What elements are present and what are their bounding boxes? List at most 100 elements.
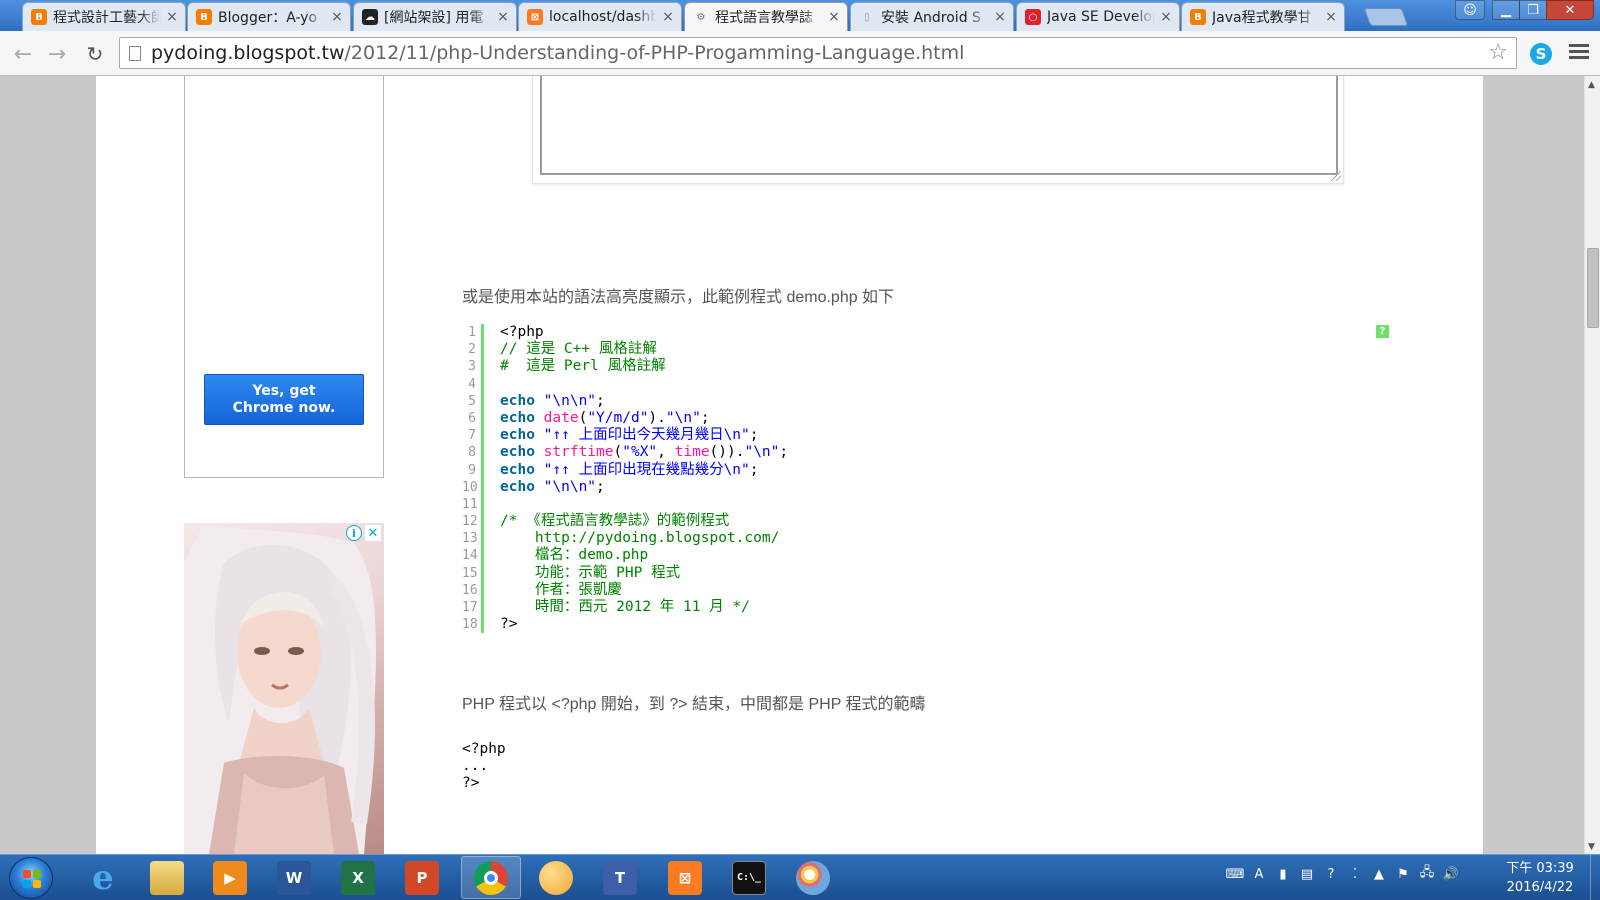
vertical-scrollbar[interactable]: ▲ ▼	[1584, 76, 1600, 854]
code-text: echo "\n\n";	[500, 478, 605, 495]
browser-toolbar: ← → ↻ pydoing.blogspot.tw/2012/11/php-Un…	[0, 31, 1600, 76]
browser-tab[interactable]: B Blogger：A-yo ×	[187, 2, 351, 31]
ime-options-icon[interactable]: ⁚	[1346, 865, 1364, 883]
reload-icon[interactable]: ↻	[82, 41, 108, 67]
code-line: 17 時間：西元 2012 年 11 月 */	[462, 599, 1422, 617]
tab-title: 程式語言教學誌	[715, 10, 813, 26]
browser-tab[interactable]: ☁ [網站架設] 用電 ×	[353, 2, 517, 31]
chrome-menu-icon[interactable]	[1569, 44, 1589, 62]
taskbar-app-button[interactable]: P	[392, 856, 452, 899]
skype-extension-icon[interactable]: S	[1530, 43, 1552, 65]
layout-icon[interactable]: ▮	[1274, 865, 1292, 883]
show-hidden-icons-icon[interactable]: ▲	[1370, 865, 1388, 883]
outro-paragraph: PHP 程式以 <?php 開始，到 ?> 結束，中間都是 PHP 程式的範疇	[462, 696, 926, 713]
code-line: 18 ?>	[462, 616, 1422, 634]
code-line: 16 作者：張凱慶	[462, 581, 1422, 599]
close-window-icon[interactable]: ✕	[1546, 0, 1594, 20]
code-text: // 這是 C++ 風格註解	[500, 341, 657, 358]
blogger-icon: B	[31, 9, 47, 25]
start-button[interactable]	[9, 857, 53, 899]
code-text: 作者：張凱慶	[500, 581, 622, 598]
browser-tab[interactable]: ▯ 安裝 Android S ×	[850, 2, 1014, 31]
font-icon[interactable]: A	[1250, 865, 1268, 883]
line-number: 7	[462, 427, 484, 445]
forward-arrow-icon[interactable]: →	[44, 41, 70, 67]
taskbar-app-button[interactable]	[461, 856, 521, 899]
line-number: 3	[462, 358, 484, 376]
scroll-down-arrow-icon[interactable]: ▼	[1588, 842, 1595, 852]
bookmark-star-icon[interactable]: ☆	[1488, 40, 1508, 65]
syntax-highlighted-code: 1 <?php 2 // 這是 C++ 風格註解 3 # 這是 Perl 風格註解 4 5 ec…	[462, 324, 1422, 634]
code-text: 檔名：demo.php	[500, 547, 649, 564]
profile-icon[interactable]: ☺	[1455, 0, 1485, 20]
taskbar-app-button[interactable]: T	[590, 856, 650, 899]
resize-grip-icon[interactable]	[1331, 171, 1341, 181]
tab-title: 安裝 Android S	[881, 10, 981, 26]
window-controls: ☺ ▁ ❐ ✕	[1455, 0, 1594, 22]
system-clock[interactable]: 下午 03:39 2016/4/22	[1496, 859, 1584, 897]
tab-close-icon[interactable]: ×	[1324, 9, 1338, 25]
taskbar-app-button[interactable]: X	[328, 856, 388, 899]
ime-pad-icon[interactable]: ▤	[1298, 865, 1316, 883]
taskbar-app-button[interactable]: ⊠	[655, 856, 715, 899]
tab-close-icon[interactable]: ×	[496, 9, 510, 25]
gear-icon: ⚙	[696, 11, 706, 23]
comment-box-frame	[532, 76, 1344, 184]
line-number: 16	[462, 581, 484, 599]
blog-page: Yes, get Chrome now. i ✕ 或是使用本站的語法高亮度顯示，…	[96, 76, 1483, 854]
code-help-icon[interactable]: ?	[1376, 325, 1389, 338]
comment-textarea[interactable]	[540, 76, 1338, 175]
network-icon[interactable]: 🖧	[1418, 865, 1436, 883]
windows-taskbar: e ▶ W X P T ⊠ C:\_ ⌨ A ▮ ▤ ? ⁚ ▲ ⚑ 🖧 🔊 下午 03:39…	[0, 854, 1600, 900]
taskbar-app-button[interactable]	[526, 856, 586, 899]
taskbar-app-button[interactable]: C:\_	[719, 856, 779, 899]
ad-close-icon[interactable]: ✕	[365, 525, 381, 541]
help-circle-icon[interactable]: ?	[1322, 865, 1340, 883]
scroll-up-arrow-icon[interactable]: ▲	[1588, 80, 1595, 90]
show-desktop-button[interactable]	[1590, 855, 1600, 900]
browser-tab[interactable]: ⊠ localhost/dashboard×	[518, 2, 682, 31]
line-number: 15	[462, 564, 484, 582]
sidebar-ad-image[interactable]: i ✕	[184, 523, 384, 854]
volume-icon[interactable]: 🔊	[1442, 865, 1460, 883]
browser-tab[interactable]: B Java程式教學甘 ×	[1181, 2, 1345, 31]
code-text: echo "↑↑ 上面印出現在幾點幾分\n";	[500, 461, 759, 478]
tab-close-icon[interactable]: ×	[661, 9, 675, 25]
taskbar-app-button[interactable]: ▶	[200, 856, 260, 899]
browser-tab[interactable]: B 程式設計工藝大師 ×	[22, 2, 186, 31]
new-tab-button[interactable]	[1363, 8, 1409, 26]
paint-net-icon	[539, 860, 573, 895]
code-text: ?>	[500, 616, 518, 633]
address-bar[interactable]: pydoing.blogspot.tw/2012/11/php-Understa…	[119, 37, 1517, 69]
chrome-icon	[474, 860, 508, 895]
tab-close-icon[interactable]: ×	[1159, 9, 1173, 25]
browser-tab[interactable]: ⚙ 程式語言教學誌 ×	[684, 2, 848, 31]
plain-code-snippet: <?php ... ?>	[462, 741, 506, 792]
minimize-icon[interactable]: ▁	[1492, 0, 1520, 20]
action-center-flag-icon[interactable]: ⚑	[1394, 865, 1412, 883]
cloud-icon: ☁	[362, 9, 378, 25]
url-host: pydoing.blogspot.tw	[151, 42, 345, 64]
taskbar-app-button[interactable]	[137, 856, 197, 899]
back-arrow-icon[interactable]: ←	[10, 41, 36, 67]
taskbar-app-button[interactable]	[783, 856, 843, 899]
code-line: 12 /* 《程式語言教學誌》的範例程式	[462, 513, 1422, 531]
scroll-thumb[interactable]	[1587, 248, 1599, 328]
clock-date: 2016/4/22	[1506, 880, 1574, 895]
page-icon	[129, 45, 141, 61]
taskbar-app-button[interactable]: W	[264, 856, 324, 899]
tab-close-icon[interactable]: ×	[827, 9, 841, 25]
line-number: 5	[462, 392, 484, 410]
ad-info-icon[interactable]: i	[346, 525, 362, 541]
code-line: 9 echo "↑↑ 上面印出現在幾點幾分\n";	[462, 461, 1422, 479]
tab-close-icon[interactable]: ×	[330, 9, 344, 25]
tab-close-icon[interactable]: ×	[165, 9, 179, 25]
get-chrome-button[interactable]: Yes, get Chrome now.	[204, 374, 364, 425]
code-text: echo "\n\n";	[500, 392, 605, 409]
input-method-icon[interactable]: ⌨	[1226, 865, 1245, 883]
maximize-icon[interactable]: ❐	[1519, 0, 1547, 20]
line-number: 18	[462, 616, 484, 634]
tab-close-icon[interactable]: ×	[993, 9, 1007, 25]
taskbar-app-button[interactable]: e	[73, 856, 133, 899]
browser-tab[interactable]: ○ Java SE Develop ×	[1016, 2, 1180, 31]
